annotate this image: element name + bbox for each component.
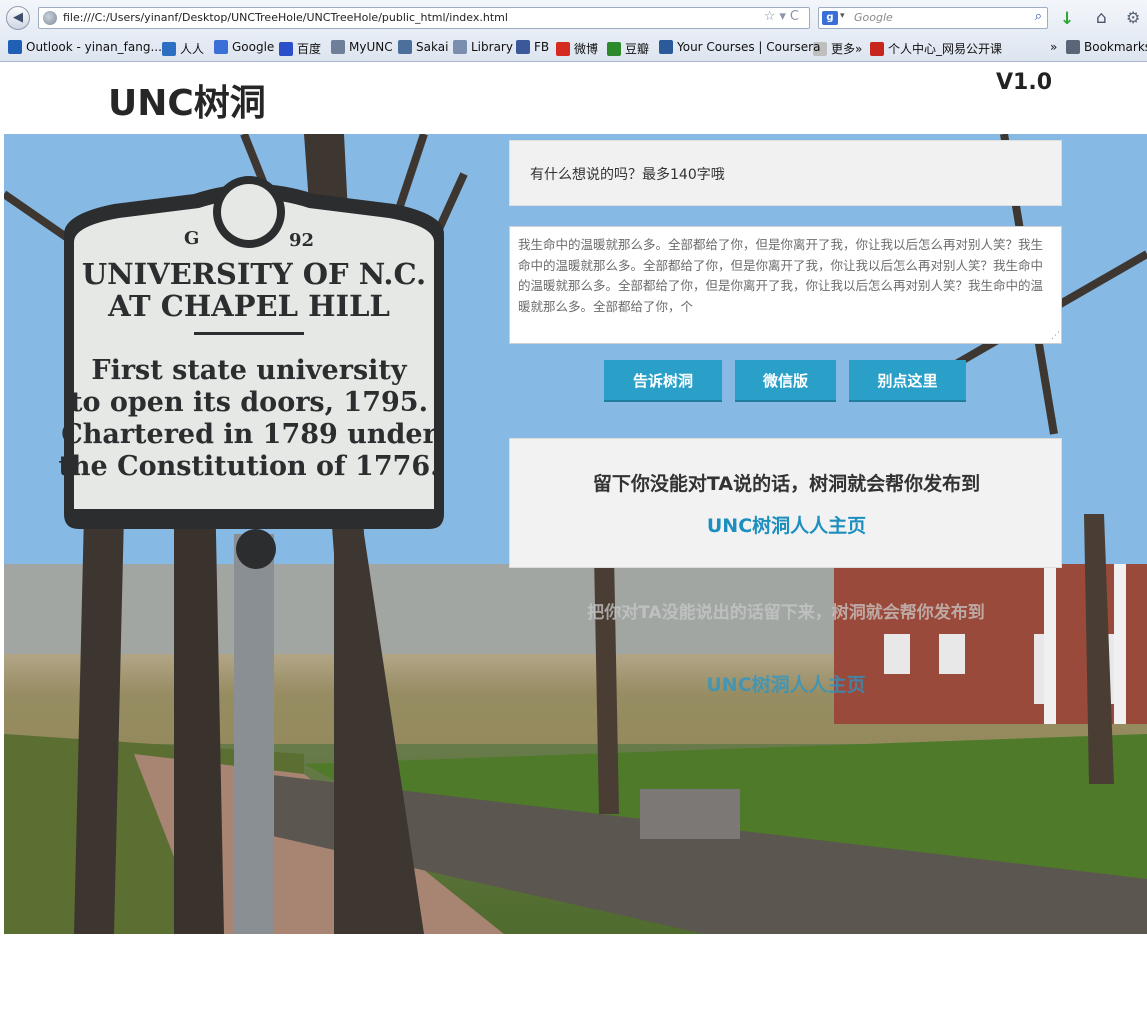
site-title[interactable]: UNC树洞 (108, 74, 266, 126)
google-engine-icon[interactable]: g (822, 11, 838, 25)
bookmarks-toolbar: 个人中心_网易公开课 更多» Your Courses | Coursera 豆瓣 微博… (0, 36, 1147, 60)
library-icon (453, 40, 467, 54)
bookmark-label: 个人中心_网易公开课 (888, 42, 1003, 56)
bookmark-netease[interactable]: 个人中心_网易公开课 (870, 40, 1002, 57)
outlook-icon (8, 40, 22, 54)
download-icon[interactable]: ↓ (1060, 9, 1074, 29)
info-box: 留下你没能对TA说的话，树洞就会帮你发布到 UNC树洞人人主页 (509, 438, 1062, 568)
url-text[interactable]: file:///C:/Users/yinanf/Desktop/UNCTreeH… (63, 11, 508, 24)
faded-overlay-text: 把你对TA没能说出的话留下来，树洞就会帮你发布到 (587, 603, 985, 623)
bookmark-label: Sakai (416, 40, 449, 54)
renren-page-link[interactable]: UNC树洞人人主页 (510, 511, 1063, 538)
bookmarks-menu-button[interactable]: Bookmarks (1066, 40, 1147, 54)
svg-text:the Constitution of 1776.: the Constitution of 1776. (58, 451, 439, 482)
bookmarks-overflow-button[interactable]: » (1050, 40, 1057, 54)
bookmark-label: 人人 (180, 42, 205, 56)
bookmarks-menu-label: Bookmarks (1084, 40, 1147, 54)
netease-icon (870, 42, 884, 56)
version-label: V1.0 (996, 70, 1052, 95)
bookmark-label: 微博 (574, 42, 599, 56)
search-icon[interactable]: ⌕ (1035, 9, 1042, 24)
web-page: UNC树洞 V1.0 G 92 UNIVERSITY OF N.C. AT CH… (0, 62, 1147, 1010)
search-input[interactable]: Google (854, 11, 893, 24)
faded-overlay-link[interactable]: UNC树洞人人主页 (510, 670, 1062, 697)
browser-chrome: ◀ file:///C:/Users/yinanf/Desktop/UNCTre… (0, 0, 1147, 62)
dont-click-button[interactable]: 别点这里 (849, 360, 966, 402)
message-textarea[interactable]: 我生命中的温暖就那么多。全部都给了你，但是你离开了我，你让我以后怎么再对别人笑？… (509, 226, 1062, 344)
svg-text:G: G (184, 228, 199, 249)
message-text[interactable]: 我生命中的温暖就那么多。全部都给了你，但是你离开了我，你让我以后怎么再对别人笑？… (518, 235, 1048, 317)
douban-icon (607, 42, 621, 56)
baidu-icon (279, 42, 293, 56)
bookmark-renren[interactable]: 人人 (162, 40, 204, 57)
bookmark-label: MyUNC (349, 40, 393, 54)
bookmark-weibo[interactable]: 微博 (556, 40, 598, 57)
renren-icon (162, 42, 176, 56)
bookmark-facebook[interactable]: FB (516, 40, 549, 54)
resize-grip-icon[interactable]: ⋰ (1051, 331, 1060, 341)
svg-text:AT CHAPEL HILL: AT CHAPEL HILL (107, 289, 390, 323)
bookmark-coursera[interactable]: Your Courses | Coursera (659, 40, 820, 54)
myunc-icon (331, 40, 345, 54)
bookmark-douban[interactable]: 豆瓣 (607, 40, 649, 57)
svg-text:Chartered in 1789 under: Chartered in 1789 under (61, 419, 437, 450)
bookmark-sakai[interactable]: Sakai (398, 40, 448, 54)
bookmark-label: Google (232, 40, 275, 54)
sakai-icon (398, 40, 412, 54)
back-button[interactable]: ◀ (6, 6, 30, 30)
bookmark-label: Your Courses | Coursera (677, 40, 821, 54)
navigation-toolbar: ◀ file:///C:/Users/yinanf/Desktop/UNCTre… (0, 4, 1147, 32)
info-text: 留下你没能对TA说的话，树洞就会帮你发布到 (592, 473, 981, 495)
wechat-button[interactable]: 微信版 (735, 360, 836, 402)
addon-icon[interactable]: ⚙ (1126, 8, 1140, 27)
bookmark-outlook[interactable]: Outlook - yinan_fang... (8, 40, 162, 54)
bookmark-label: Library (471, 40, 513, 54)
weibo-icon (556, 42, 570, 56)
bookmark-library[interactable]: Library (453, 40, 513, 54)
bookmark-label: 百度 (297, 42, 322, 56)
bookmark-star-reload-icons[interactable]: ☆▾C (764, 9, 803, 24)
svg-text:to open its doors, 1795.: to open its doors, 1795. (70, 387, 428, 418)
address-bar[interactable]: file:///C:/Users/yinanf/Desktop/UNCTreeH… (38, 7, 810, 29)
bookmark-myunc[interactable]: MyUNC (331, 40, 393, 54)
submit-button[interactable]: 告诉树洞 (604, 360, 722, 402)
bookmark-google[interactable]: Google (214, 40, 274, 54)
back-arrow-icon: ◀ (13, 10, 23, 25)
svg-text:First state university: First state university (91, 355, 407, 386)
engine-dropdown-icon[interactable]: ▾ (840, 11, 845, 21)
facebook-icon (516, 40, 530, 54)
google-icon (214, 40, 228, 54)
bookmark-baidu[interactable]: 百度 (279, 40, 321, 57)
svg-text:92: 92 (289, 230, 314, 251)
search-bar[interactable]: g ▾ Google ⌕ (818, 7, 1048, 29)
bookmark-label: 豆瓣 (625, 42, 650, 56)
bookmark-label: 更多» (831, 42, 863, 56)
prompt-text: 有什么想说的吗？最多140字哦 (530, 167, 725, 183)
prompt-box: 有什么想说的吗？最多140字哦 (509, 140, 1062, 206)
globe-icon (43, 11, 57, 25)
svg-text:UNIVERSITY OF N.C.: UNIVERSITY OF N.C. (82, 257, 426, 291)
home-icon[interactable]: ⌂ (1096, 8, 1107, 28)
coursera-icon (659, 40, 673, 54)
bookmarks-icon (1066, 40, 1080, 54)
bookmark-label: Outlook - yinan_fang... (26, 40, 162, 54)
bookmark-label: FB (534, 40, 550, 54)
